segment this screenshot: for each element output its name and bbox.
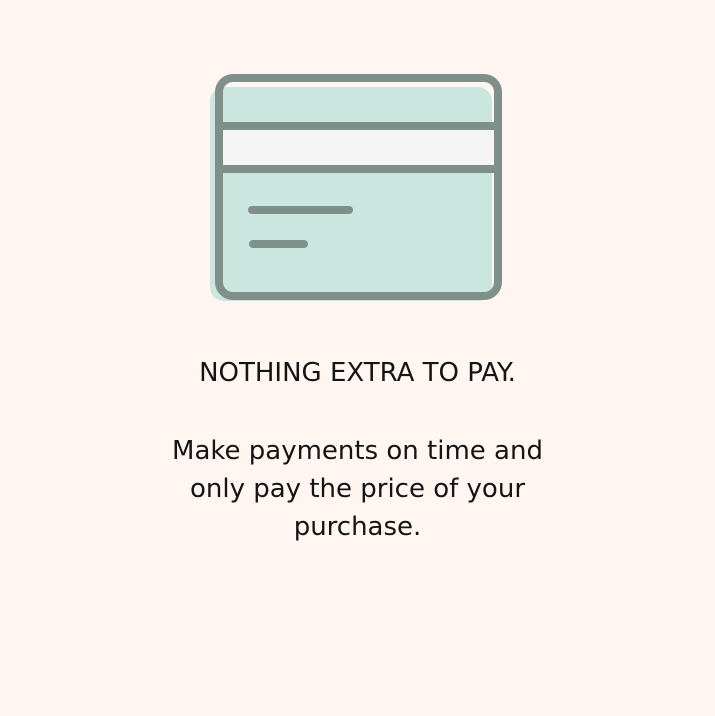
feature-panel: NOTHING EXTRA TO PAY. Make payments on t… — [0, 0, 715, 716]
feature-description: Make payments on time and only pay the p… — [172, 436, 543, 542]
feature-headline: NOTHING EXTRA TO PAY. — [199, 358, 516, 388]
credit-card-icon — [208, 73, 506, 305]
